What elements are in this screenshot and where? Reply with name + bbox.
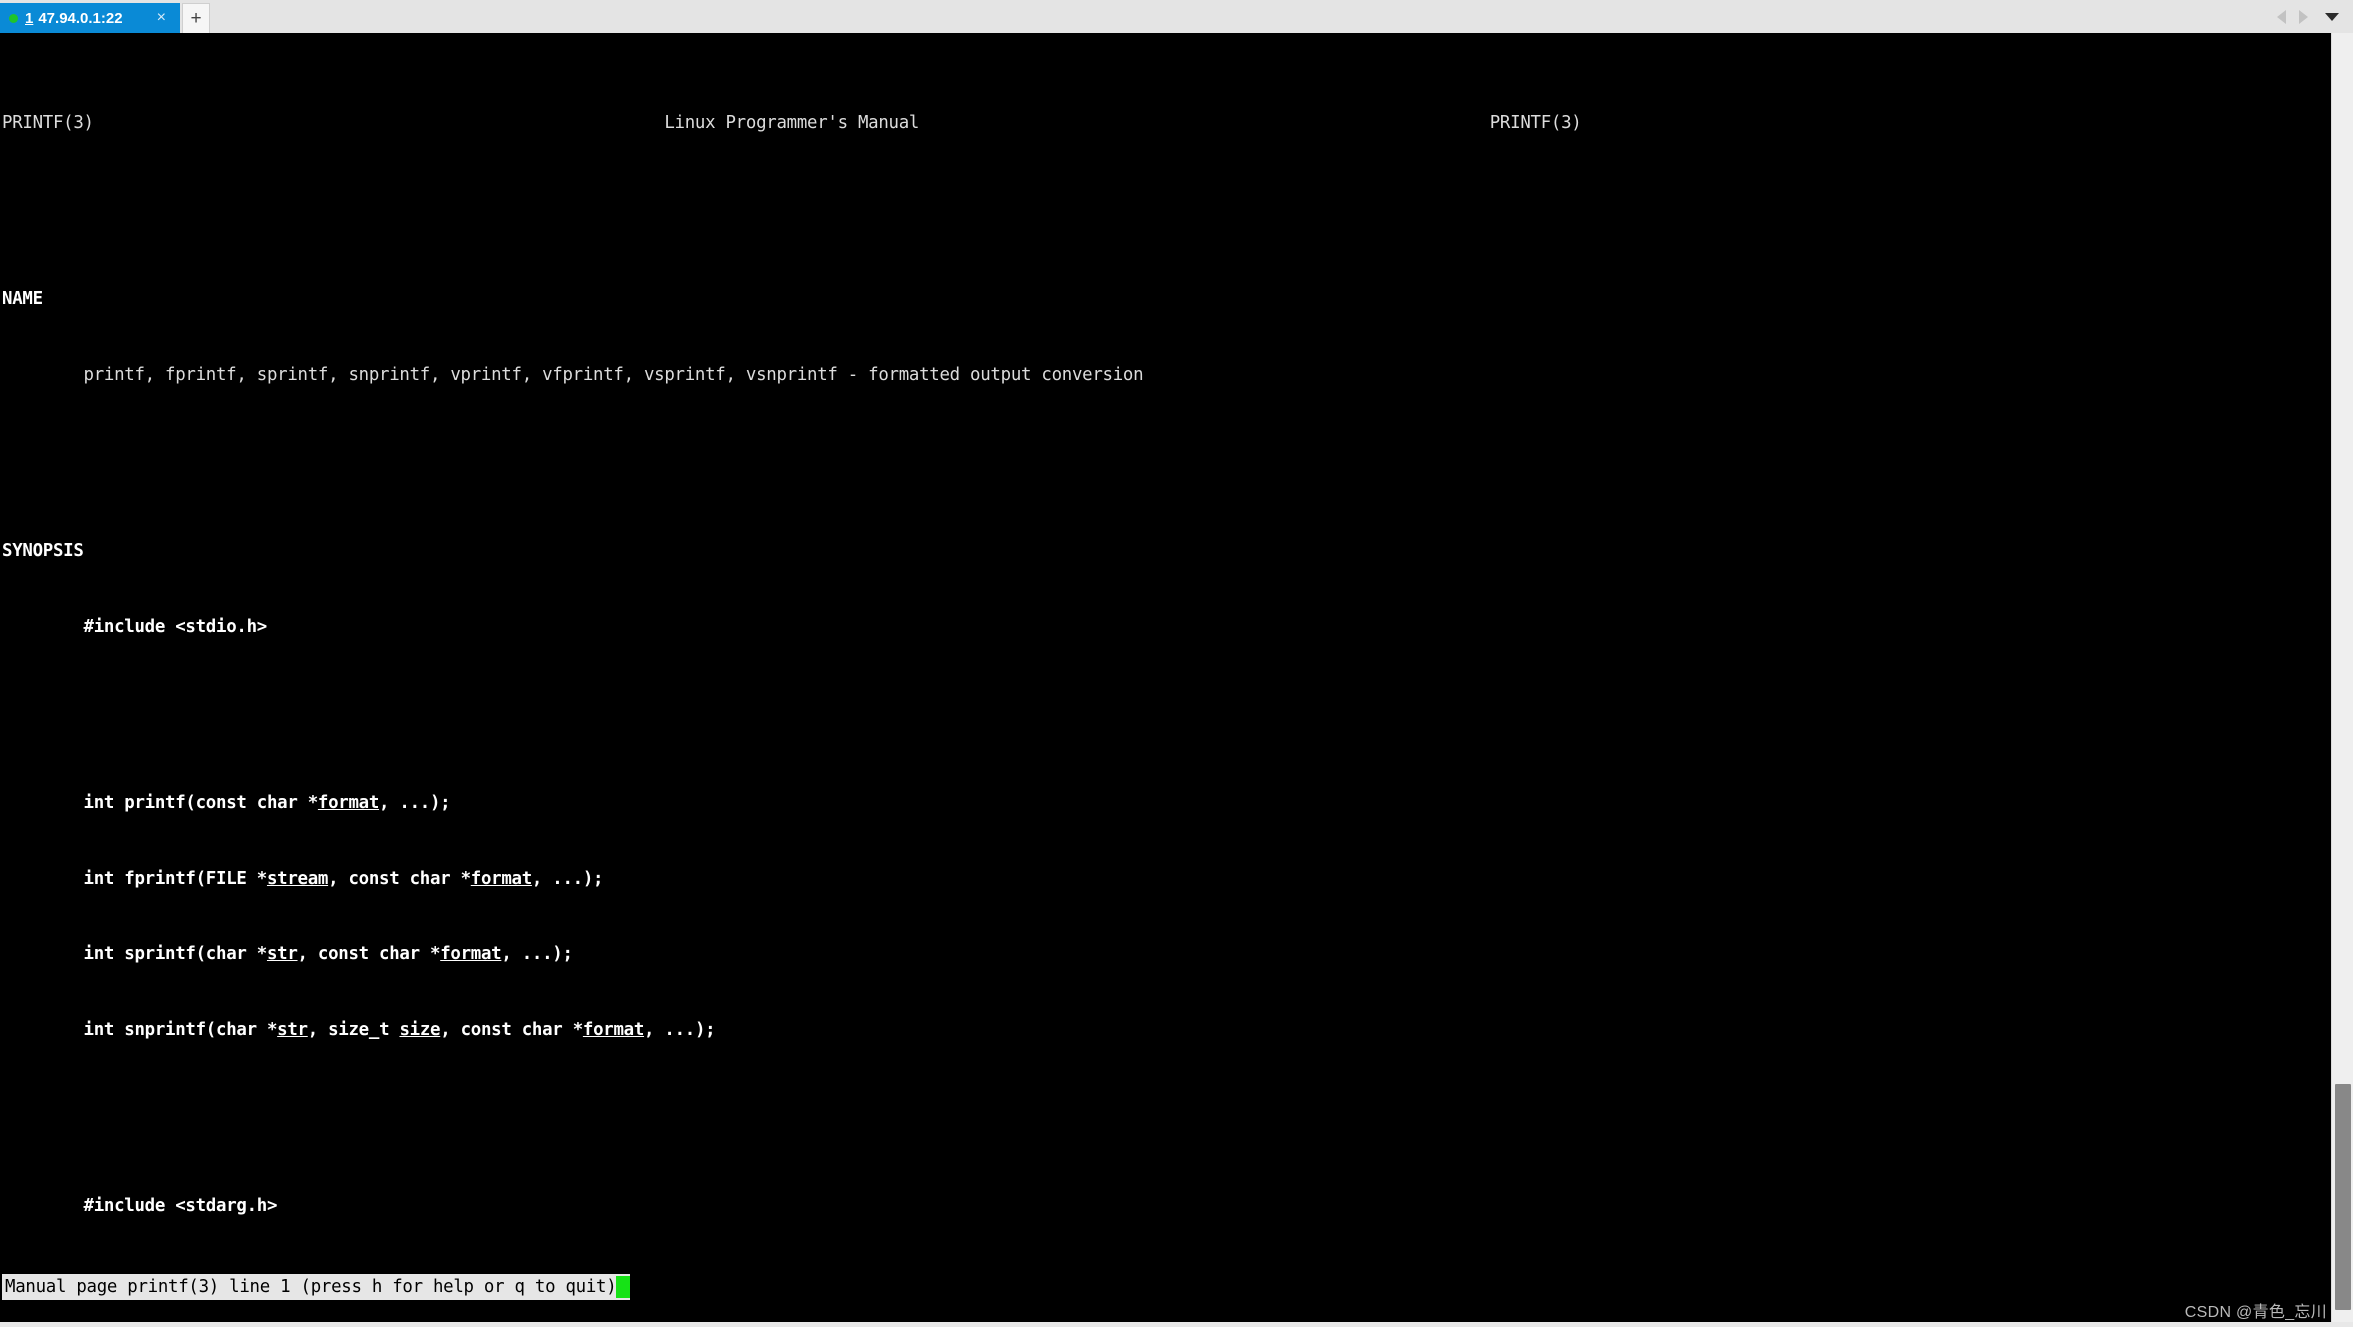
pager-status-text: Manual page printf(3) line 1 (press h fo… bbox=[5, 1277, 617, 1298]
scroll-tabs-right-icon[interactable] bbox=[2299, 9, 2308, 24]
man-header-line: PRINTF(3) Linux Programmer's Manual PRIN… bbox=[2, 112, 1582, 133]
chevron-down-icon[interactable] bbox=[2325, 12, 2339, 21]
section-heading-name: NAME bbox=[2, 289, 43, 309]
prototype-fprintf: int fprintf(FILE *stream, const char *fo… bbox=[83, 868, 604, 889]
prototype-printf: int printf(const char *format, ...); bbox=[83, 792, 451, 813]
tab-session-1[interactable]: 1 47.94.0.1:22 × bbox=[0, 3, 180, 33]
section-heading-synopsis: SYNOPSIS bbox=[2, 540, 84, 561]
tab-bar-controls bbox=[2277, 0, 2353, 33]
tab-title-label: 47.94.0.1:22 bbox=[38, 9, 123, 27]
include-stdarg-line: #include <stdarg.h> bbox=[83, 1196, 278, 1217]
include-stdio-line: #include <stdio.h> bbox=[83, 616, 268, 637]
terminal-scrollbar-thumb[interactable] bbox=[2335, 1084, 2351, 1310]
new-tab-button[interactable]: + bbox=[182, 3, 210, 33]
terminal-scrollbar[interactable] bbox=[2331, 33, 2353, 1323]
prototype-sprintf: int sprintf(char *str, const char *forma… bbox=[83, 944, 573, 965]
terminal-app-window: 1 47.94.0.1:22 × + PRINTF(3) Linux Progr… bbox=[0, 0, 2353, 1327]
scroll-tabs-left-icon[interactable] bbox=[2277, 9, 2286, 24]
window-bottom-strip bbox=[0, 1322, 2353, 1327]
terminal-cursor bbox=[616, 1276, 631, 1299]
tab-index-label: 1 bbox=[25, 9, 34, 27]
terminal-screen[interactable]: PRINTF(3) Linux Programmer's Manual PRIN… bbox=[0, 33, 2331, 1323]
terminal-area: PRINTF(3) Linux Programmer's Manual PRIN… bbox=[0, 33, 2353, 1323]
connection-status-dot bbox=[9, 13, 18, 23]
prototype-snprintf: int snprintf(char *str, size_t size, con… bbox=[83, 1019, 716, 1040]
pager-status-bar: Manual page printf(3) line 1 (press h fo… bbox=[2, 1274, 631, 1301]
close-icon[interactable]: × bbox=[149, 10, 174, 26]
tab-bar: 1 47.94.0.1:22 × + bbox=[0, 0, 2353, 33]
name-body-line: printf, fprintf, sprintf, snprintf, vpri… bbox=[2, 364, 1144, 385]
